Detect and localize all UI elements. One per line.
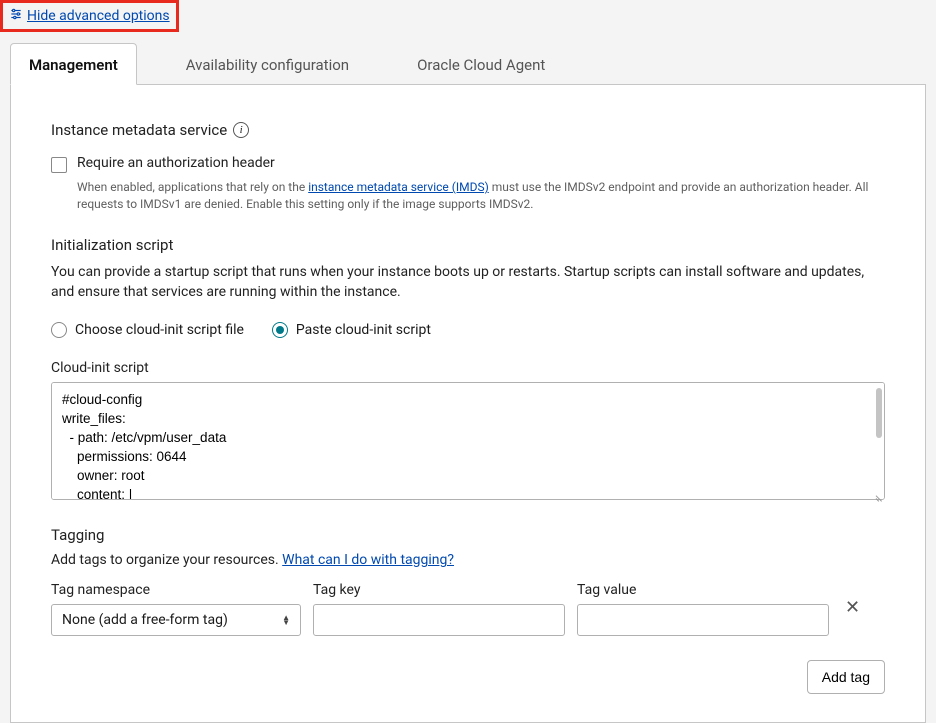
management-panel: Instance metadata service i Require an a… — [10, 84, 926, 723]
hide-advanced-options-label: Hide advanced options — [27, 8, 170, 24]
radio-icon — [272, 322, 288, 338]
radio-icon — [51, 322, 67, 338]
require-auth-header-checkbox[interactable] — [51, 157, 67, 173]
cloud-init-script-label: Cloud-init script — [51, 360, 885, 376]
tag-value-input[interactable] — [577, 604, 829, 636]
radio-choose-file[interactable]: Choose cloud-init script file — [51, 322, 244, 338]
require-auth-header-label: Require an authorization header — [77, 155, 275, 171]
tag-namespace-column: Tag namespace None (add a free-form tag)… — [51, 582, 301, 636]
tab-strip: Management Availability configuration Or… — [0, 42, 936, 84]
tab-oracle-cloud-agent[interactable]: Oracle Cloud Agent — [398, 43, 564, 85]
imds-helper-text: When enabled, applications that rely on … — [77, 179, 885, 214]
radio-paste-script[interactable]: Paste cloud-init script — [272, 322, 431, 338]
remove-tag-button[interactable]: ✕ — [841, 597, 864, 618]
tagging-desc-prefix: Add tags to organize your resources. — [51, 552, 282, 568]
cloud-init-textarea-wrap — [51, 382, 885, 504]
tag-namespace-value: None (add a free-form tag) — [62, 612, 228, 628]
init-script-heading: Initialization script — [51, 236, 885, 254]
tag-value-column: Tag value — [577, 582, 829, 636]
info-icon[interactable]: i — [233, 122, 249, 138]
tagging-help-link[interactable]: What can I do with tagging? — [282, 552, 454, 568]
sliders-icon — [9, 7, 23, 25]
imds-section-title: Instance metadata service i — [51, 121, 249, 139]
imds-title-text: Instance metadata service — [51, 121, 227, 139]
tag-key-column: Tag key — [313, 582, 565, 636]
radio-choose-file-label: Choose cloud-init script file — [75, 322, 244, 338]
tab-management[interactable]: Management — [10, 43, 137, 85]
require-auth-header-row: Require an authorization header — [51, 155, 885, 173]
init-script-description: You can provide a startup script that ru… — [51, 262, 885, 303]
tag-value-label: Tag value — [577, 582, 829, 598]
add-tag-row: Add tag — [51, 660, 885, 694]
chevron-updown-icon: ▲▼ — [282, 615, 290, 625]
imds-helper-prefix: When enabled, applications that rely on … — [77, 180, 308, 194]
imds-link[interactable]: instance metadata service (IMDS) — [308, 180, 489, 194]
tab-availability-configuration[interactable]: Availability configuration — [167, 43, 368, 85]
radio-paste-script-label: Paste cloud-init script — [296, 322, 431, 338]
tag-inputs-row: Tag namespace None (add a free-form tag)… — [51, 582, 885, 636]
scrollbar-thumb[interactable] — [876, 388, 882, 438]
tag-key-input[interactable] — [313, 604, 565, 636]
tag-namespace-select[interactable]: None (add a free-form tag) ▲▼ — [51, 604, 301, 636]
script-source-radio-group: Choose cloud-init script file Paste clou… — [51, 322, 885, 338]
tagging-description: Add tags to organize your resources. Wha… — [51, 552, 885, 568]
tag-namespace-label: Tag namespace — [51, 582, 301, 598]
add-tag-button[interactable]: Add tag — [807, 660, 885, 694]
highlight-box: Hide advanced options — [0, 0, 179, 32]
tagging-heading: Tagging — [51, 526, 885, 544]
cloud-init-script-textarea[interactable] — [51, 382, 885, 500]
tag-key-label: Tag key — [313, 582, 565, 598]
hide-advanced-options-link[interactable]: Hide advanced options — [9, 7, 170, 25]
